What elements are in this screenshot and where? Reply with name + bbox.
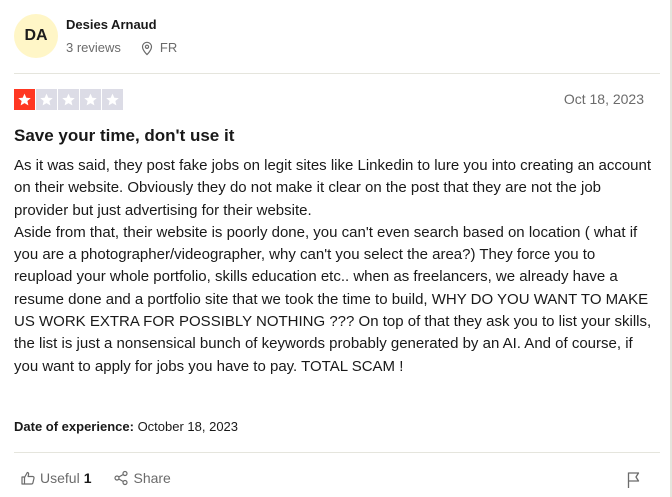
share-button[interactable]: Share <box>113 470 171 486</box>
review-paragraph: As it was said, they post fake jobs on l… <box>14 157 652 219</box>
header-divider <box>14 73 660 74</box>
star-icon <box>80 89 101 110</box>
review-title[interactable]: Save your time, don't use it <box>14 126 234 146</box>
reviewer-country: FR <box>159 40 178 55</box>
star-icon <box>14 89 35 110</box>
star-icon <box>102 89 123 110</box>
useful-button[interactable]: Useful 1 <box>20 470 91 486</box>
share-label: Share <box>133 470 171 486</box>
reviewer-name[interactable]: Desies Arnaud <box>66 17 177 37</box>
useful-count: 1 <box>83 470 92 486</box>
reviewer-header: DA Desies Arnaud 3 reviews FR <box>14 12 177 60</box>
star-rating <box>14 89 124 110</box>
review-actions: Useful 1 Share <box>20 470 171 486</box>
experience-date: October 18, 2023 <box>137 419 239 434</box>
review-paragraph: Aside from that, their website is poorly… <box>14 223 652 375</box>
review-date: Oct 18, 2023 <box>563 91 644 107</box>
flag-icon[interactable] <box>626 471 642 489</box>
review-card: DA Desies Arnaud 3 reviews FR Oct 18, 20… <box>0 0 672 497</box>
footer-divider <box>14 452 660 453</box>
reviewer-meta: 3 reviews FR <box>66 40 177 56</box>
useful-label: Useful <box>40 470 80 486</box>
thumbs-up-icon <box>21 471 35 485</box>
date-of-experience: Date of experience: October 18, 2023 <box>14 419 238 434</box>
reviewer-info: Desies Arnaud 3 reviews FR <box>66 17 177 56</box>
star-icon <box>58 89 79 110</box>
experience-label: Date of experience: <box>14 419 134 434</box>
share-icon <box>114 470 129 486</box>
review-body: As it was said, they post fake jobs on l… <box>14 155 654 378</box>
star-icon <box>36 89 57 110</box>
avatar[interactable]: DA <box>14 14 58 58</box>
location-pin-icon <box>141 41 153 55</box>
reviews-count: 3 reviews <box>66 40 121 55</box>
